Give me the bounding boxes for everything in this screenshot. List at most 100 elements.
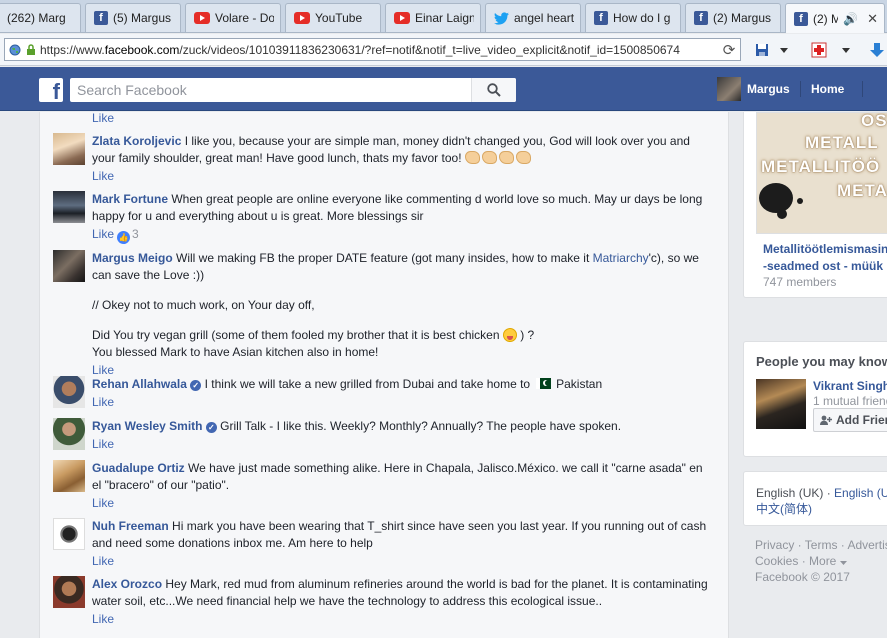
facebook-icon: f [794,11,808,26]
browser-tab-active[interactable]: f (2) M 🔊 ✕ [785,3,885,33]
avatar[interactable] [53,460,85,492]
comment-author[interactable]: Rehan Allahwala [92,377,187,391]
avatar [717,77,741,101]
avatar[interactable] [53,250,85,282]
addon-icon[interactable] [808,39,830,61]
like-link[interactable]: Like [92,554,114,568]
browser-tab[interactable]: f (5) Margus [85,3,181,32]
avatar[interactable] [53,418,85,450]
current-language: English (UK) [756,486,824,500]
facebook-logo[interactable]: f [39,78,63,102]
profile-link[interactable]: Margus [717,77,790,101]
browser-tab[interactable]: YouTube [285,3,381,32]
like-link[interactable]: Like [92,612,114,626]
comments-panel: Like Zlata Koroljevic I like you, becaus… [39,112,729,638]
mutual-friends[interactable]: 1 mutual friend [813,394,887,408]
close-tab-icon[interactable]: ✕ [867,11,878,27]
clap-emoji [464,151,480,164]
comment-body: Nuh Freeman Hi mark you have been wearin… [92,518,712,570]
comment-body: Margus Meigo Will we making FB the prope… [92,250,712,379]
youtube-icon [294,12,310,24]
search-button[interactable] [471,78,516,102]
comment-author[interactable]: Ryan Wesley Smith [92,419,202,433]
pymk-name[interactable]: Vikrant Singh [813,379,887,393]
comment-text: Hey Mark, red mud from aluminum refineri… [92,577,708,608]
like-count[interactable]: 3 [132,227,139,241]
like-link[interactable]: Like [92,169,114,183]
facebook-header: f Margus Home [0,67,887,111]
comment-paragraph: Did You try vegan grill (some of them fo… [92,328,535,342]
add-friend-icon [820,415,832,425]
comment-text: I like you, because your are simple man,… [92,134,690,165]
save-dropdown-icon[interactable] [777,39,791,61]
download-icon[interactable] [866,39,887,61]
avatar[interactable] [756,379,806,429]
group-name[interactable]: Metallitöötlemismasin -seadmed ost - müük [763,241,887,275]
comment-author[interactable]: Alex Orozco [92,577,162,591]
comment-text: When great people are online everyone li… [92,192,703,223]
facebook-icon: f [94,11,108,25]
chevron-down-icon [839,561,847,565]
search-box [70,78,516,102]
group-cover-text: METALL [805,133,879,152]
comment-body: Rehan Allahwala ✓ I think we will take a… [92,376,712,411]
matriarchy-link[interactable]: Matriarchy [593,251,649,265]
globe-icon [9,44,21,55]
comment-author[interactable]: Zlata Koroljevic [92,134,181,148]
url-bar[interactable]: https://www.facebook.com/zuck/videos/101… [4,38,741,61]
like-link[interactable]: Like [92,437,114,451]
home-link[interactable]: Home [811,82,844,96]
like-link[interactable]: Like [92,227,114,241]
comment-body: Ryan Wesley Smith ✓ Grill Talk - I like … [92,418,712,453]
avatar[interactable] [53,576,85,608]
save-icon[interactable] [751,39,773,61]
language-link[interactable]: 中文(简体) [756,502,812,516]
clap-emoji [498,151,514,164]
group-member-count: 747 members [763,275,837,289]
paint-splatter [797,198,803,204]
search-icon [487,83,501,97]
browser-tab[interactable]: (262) Marg [0,3,81,32]
comment-author[interactable]: Margus Meigo [92,251,173,265]
youtube-icon [394,12,410,24]
comment-text: Pakistan [556,377,603,391]
footer-line[interactable]: Cookies · More [755,553,887,569]
reload-icon[interactable]: ⟳ [718,41,740,59]
like-link[interactable]: Like [92,112,114,125]
browser-tab[interactable]: Einar Laign [385,3,481,32]
verified-badge-icon: ✓ [205,422,217,433]
browser-tab[interactable]: Volare - Do [185,3,281,32]
like-link[interactable]: Like [92,395,114,409]
avatar[interactable] [53,376,85,408]
avatar[interactable] [53,191,85,223]
speaker-icon[interactable]: 🔊 [843,12,858,26]
clap-emoji [515,151,531,164]
footer-links: Privacy · Terms · Advertising Cookies · … [755,537,887,585]
group-cover-text: METALLITÖÖ [761,157,881,176]
nav-divider [862,81,863,97]
add-friend-button[interactable]: Add Friend [813,408,887,432]
comment-body: Guadalupe Ortiz We have just made someth… [92,460,712,512]
comment-author[interactable]: Nuh Freeman [92,519,169,533]
facebook-icon: f [594,11,608,25]
language-card: English (UK) · English (US) 中文(简体) [743,471,887,526]
browser-tab[interactable]: f How do I g [585,3,681,32]
comment-paragraph: You blessed Mark to have Asian kitchen a… [92,345,379,359]
group-cover-image[interactable]: OST METALL METALLITÖÖ METALL [756,112,887,234]
addon-dropdown-icon[interactable] [839,39,853,61]
url-text: https://www.facebook.com/zuck/videos/101… [40,42,680,57]
avatar[interactable] [53,133,85,165]
avatar[interactable] [53,518,85,550]
language-link[interactable]: English (US) [834,486,887,500]
pymk-title[interactable]: People you may know [756,354,887,369]
search-input[interactable] [70,78,471,102]
facebook-icon: f [694,11,708,25]
browser-tab[interactable]: f (2) Margus [685,3,781,32]
like-link[interactable]: Like [92,363,114,377]
comment-author[interactable]: Mark Fortune [92,192,168,206]
comment-author[interactable]: Guadalupe Ortiz [92,461,185,475]
like-link[interactable]: Like [92,496,114,510]
browser-tab[interactable]: angel heart [485,3,581,32]
footer-line[interactable]: Privacy · Terms · Advertising [755,537,887,553]
browser-tab-bar: (262) Marg f (5) Margus Volare - Do YouT… [0,0,887,33]
